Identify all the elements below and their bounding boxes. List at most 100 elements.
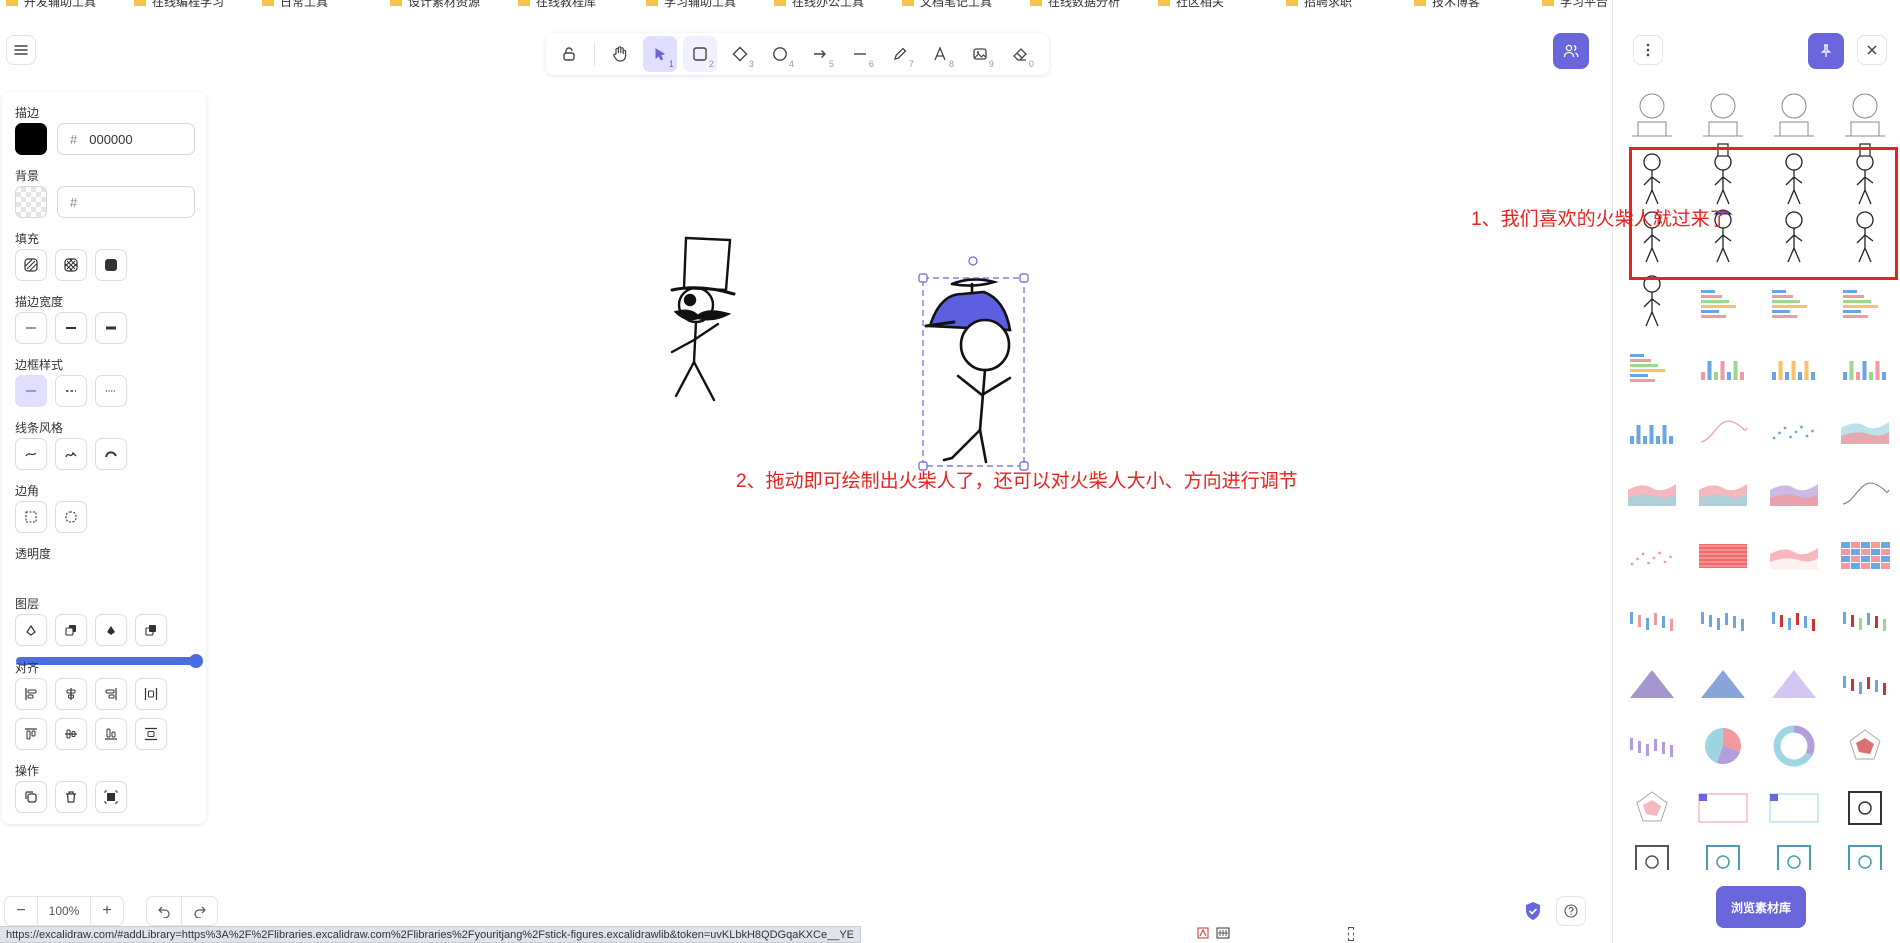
undo-button[interactable] — [147, 897, 182, 925]
library-item-chart[interactable] — [1626, 728, 1678, 764]
send-to-back-button[interactable] — [15, 614, 47, 646]
library-item-chart[interactable] — [1839, 348, 1891, 384]
zoom-in-button[interactable]: + — [91, 897, 123, 925]
align-top-button[interactable] — [15, 718, 47, 750]
library-item-chart[interactable] — [1839, 412, 1891, 448]
library-item-chart[interactable] — [1768, 790, 1820, 826]
library-item-chart[interactable] — [1768, 474, 1820, 510]
library-item-robot[interactable] — [1632, 93, 1672, 137]
app-tray-icon[interactable] — [1196, 926, 1210, 940]
library-item-chart[interactable] — [1839, 602, 1891, 638]
fill-crosshatch-button[interactable] — [55, 249, 87, 281]
library-item-robot[interactable] — [1703, 93, 1743, 137]
tool-draw[interactable]: 7 — [883, 36, 917, 72]
tool-eraser[interactable]: 0 — [1003, 36, 1037, 72]
align-right-button[interactable] — [95, 678, 127, 710]
stroke-dotted-button[interactable] — [95, 375, 127, 407]
sloppiness-cartoonist-button[interactable] — [95, 438, 127, 470]
stroke-extra-bold-button[interactable] — [95, 312, 127, 344]
tool-line[interactable]: 6 — [843, 36, 877, 72]
zoom-reset-button[interactable]: 100% — [37, 897, 91, 925]
library-item-chart[interactable] — [1768, 538, 1820, 574]
fill-solid-button[interactable] — [95, 249, 127, 281]
ime-icon[interactable] — [1216, 926, 1230, 940]
tool-diamond[interactable]: 3 — [723, 36, 757, 72]
tool-text[interactable]: 8 — [923, 36, 957, 72]
shield-icon[interactable] — [1524, 901, 1542, 921]
library-item-chart[interactable] — [1697, 602, 1749, 638]
library-item-robot[interactable] — [1774, 93, 1814, 137]
distribute-vertical-button[interactable] — [135, 718, 167, 750]
library-item-chart[interactable] — [1626, 348, 1678, 384]
library-item-chart[interactable] — [1626, 844, 1678, 870]
library-item-chart[interactable] — [1626, 602, 1678, 638]
fill-hachure-button[interactable] — [15, 249, 47, 281]
bring-to-front-button[interactable] — [135, 614, 167, 646]
library-item-chart[interactable] — [1768, 666, 1820, 702]
library-item-chart[interactable] — [1626, 666, 1678, 702]
library-item-chart[interactable] — [1839, 728, 1891, 764]
close-sidebar-button[interactable] — [1857, 35, 1887, 65]
edges-round-button[interactable] — [55, 501, 87, 533]
library-item-chart[interactable] — [1626, 790, 1678, 826]
tool-selection[interactable]: 1 — [642, 36, 677, 72]
redo-button[interactable] — [182, 897, 217, 925]
background-color-swatch[interactable] — [15, 186, 47, 218]
sloppiness-artist-button[interactable] — [55, 438, 87, 470]
library-item-chart[interactable] — [1839, 844, 1891, 870]
stick-figure-propeller[interactable] — [924, 278, 1012, 464]
opacity-slider-knob[interactable] — [189, 654, 203, 668]
align-left-button[interactable] — [15, 678, 47, 710]
stroke-bold-button[interactable] — [55, 312, 87, 344]
edges-sharp-button[interactable] — [15, 501, 47, 533]
tool-rectangle[interactable]: 2 — [682, 36, 717, 72]
send-backward-button[interactable] — [55, 614, 87, 646]
library-item-chart[interactable] — [1768, 284, 1820, 320]
library-item-chart[interactable] — [1697, 412, 1749, 448]
library-item-chart[interactable] — [1768, 348, 1820, 384]
help-button[interactable] — [1556, 896, 1586, 926]
library-menu-button[interactable] — [1633, 35, 1663, 65]
stroke-dashed-button[interactable] — [55, 375, 87, 407]
opacity-slider[interactable] — [16, 654, 203, 668]
library-item-chart[interactable] — [1626, 474, 1678, 510]
stroke-solid-button[interactable] — [15, 375, 47, 407]
tool-image[interactable]: 9 — [963, 36, 997, 72]
pin-sidebar-button[interactable] — [1808, 33, 1844, 69]
align-center-v-button[interactable] — [55, 718, 87, 750]
library-item-chart[interactable] — [1697, 348, 1749, 384]
main-menu-button[interactable] — [6, 35, 36, 65]
tool-hand[interactable] — [603, 36, 637, 72]
library-item-chart[interactable] — [1626, 538, 1678, 574]
tool-arrow[interactable]: 5 — [803, 36, 837, 72]
library-item-chart[interactable] — [1839, 284, 1891, 320]
distribute-horizontal-button[interactable] — [135, 678, 167, 710]
library-item-robot[interactable] — [1845, 93, 1885, 137]
tool-ellipse[interactable]: 4 — [763, 36, 797, 72]
sloppiness-architect-button[interactable] — [15, 438, 47, 470]
browse-libraries-button[interactable]: 浏览素材库 — [1716, 886, 1806, 928]
align-center-h-button[interactable] — [55, 678, 87, 710]
library-item-chart[interactable] — [1626, 412, 1678, 448]
delete-button[interactable] — [55, 781, 87, 813]
library-item-chart[interactable] — [1768, 412, 1820, 448]
library-item-chart[interactable] — [1839, 666, 1891, 702]
library-item-chart[interactable] — [1697, 844, 1749, 870]
tool-lock[interactable] — [552, 36, 586, 72]
library-item-chart[interactable] — [1697, 538, 1749, 574]
library-item-chart[interactable] — [1697, 474, 1749, 510]
zoom-out-button[interactable]: − — [5, 897, 37, 925]
stroke-hex-input[interactable]: #000000 — [57, 123, 195, 155]
bring-forward-button[interactable] — [95, 614, 127, 646]
stroke-thin-button[interactable] — [15, 312, 47, 344]
group-button[interactable] — [95, 781, 127, 813]
collaborate-button[interactable] — [1553, 33, 1589, 69]
library-item-chart[interactable] — [1768, 725, 1820, 767]
library-item-chart[interactable] — [1839, 538, 1891, 574]
library-item-chart[interactable] — [1697, 728, 1749, 765]
library-item-chart[interactable] — [1697, 666, 1749, 702]
library-item-chart[interactable] — [1697, 284, 1749, 320]
library-item-chart[interactable] — [1839, 474, 1891, 510]
align-bottom-button[interactable] — [95, 718, 127, 750]
library-item-chart[interactable] — [1697, 790, 1749, 826]
